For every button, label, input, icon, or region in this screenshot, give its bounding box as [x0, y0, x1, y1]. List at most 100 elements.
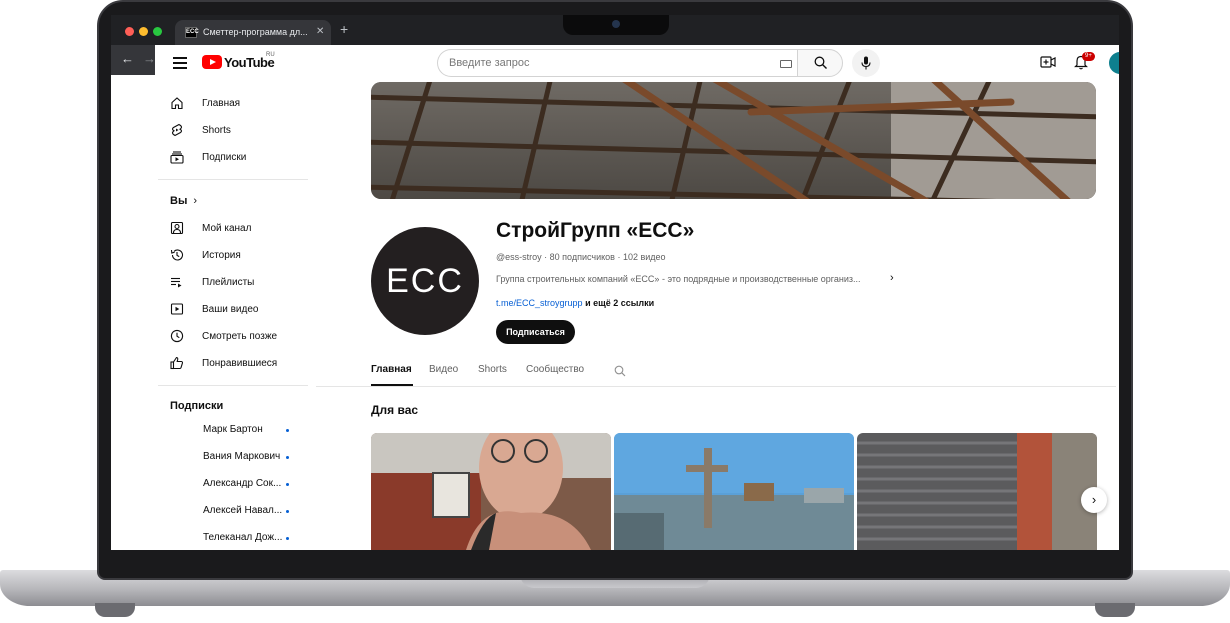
voice-search-button[interactable]: [852, 49, 880, 77]
sidebar-subscriptions-heading: Подписки: [170, 400, 224, 412]
sidebar-item-label: Shorts: [202, 125, 231, 136]
sidebar-subscription-item[interactable]: Александр Сок...: [203, 478, 293, 492]
thumbnail-image-woman: [371, 433, 611, 550]
screen: ECC Сметтер-программа дл... ✕ + ← → YouT…: [111, 15, 1119, 550]
sidebar-item-label: Главная: [202, 98, 241, 109]
sidebar-subscription-item[interactable]: Телеканал Дож...: [203, 532, 293, 546]
sidebar-item-label: История: [202, 250, 241, 261]
video-thumbnail[interactable]: [371, 433, 611, 550]
new-content-dot: [286, 456, 289, 459]
search-icon: [814, 56, 827, 69]
new-content-dot: [286, 483, 289, 486]
sidebar-item-liked[interactable]: Понравившиеся: [170, 355, 310, 373]
maximize-window-button[interactable]: [153, 27, 162, 36]
menu-icon[interactable]: [173, 57, 187, 72]
sidebar-divider: [158, 179, 308, 180]
tab-title: Сметтер-программа дл...: [203, 27, 308, 37]
camera-notch: [563, 15, 669, 35]
thumbnail-image-fence: [857, 433, 1097, 550]
channel-links: t.me/ECC_stroygrupp и ещё 2 ссылки: [496, 298, 654, 308]
laptop-foot: [1095, 603, 1135, 617]
channel-name: СтройГрупп «ЕСС»: [496, 219, 695, 242]
sidebar-item-playlists[interactable]: Плейлисты: [170, 274, 310, 292]
channel-link[interactable]: t.me/ECC_stroygrupp: [496, 298, 583, 308]
tab-videos[interactable]: Видео: [429, 364, 458, 375]
channel-description[interactable]: Группа строительных компаний «ЕСС» - это…: [496, 274, 886, 284]
new-content-dot: [286, 537, 289, 540]
sidebar-item-history[interactable]: История: [170, 247, 310, 265]
sidebar-item-your-videos[interactable]: Ваши видео: [170, 301, 310, 319]
region-label: RU: [266, 52, 275, 58]
sidebar-item-label: Плейлисты: [202, 277, 255, 288]
tabs-divider: [316, 386, 1116, 387]
channel-banner: [371, 82, 1096, 199]
minimize-window-button[interactable]: [139, 27, 148, 36]
sidebar-item-label: Подписки: [202, 152, 247, 163]
camera-icon: [612, 20, 620, 28]
channel-handle: @ess-stroy: [496, 252, 542, 262]
sidebar-subscription-item[interactable]: Марк Бартон: [203, 424, 293, 438]
search-icon[interactable]: [614, 365, 626, 377]
sidebar-item-label: Ваши видео: [202, 304, 259, 315]
laptop-mockup: ECC Сметтер-программа дл... ✕ + ← → YouT…: [0, 0, 1230, 623]
section-title: Для вас: [371, 403, 419, 417]
tab-home[interactable]: Главная: [371, 364, 412, 375]
sidebar-subscription-item[interactable]: Вания Маркович: [203, 451, 293, 465]
sidebar-item-shorts[interactable]: Shorts: [170, 122, 310, 140]
channel-meta: @ess-stroy · 80 подписчиков · 102 видео: [496, 252, 666, 262]
sidebar-you-heading[interactable]: Вы ›: [170, 195, 197, 207]
carousel-next-button[interactable]: ›: [1081, 487, 1107, 513]
playlists-icon: [171, 277, 182, 288]
channel-subscribers: 80 подписчиков: [549, 252, 615, 262]
shorts-icon: [171, 123, 183, 137]
new-content-dot: [286, 429, 289, 432]
video-thumbnail[interactable]: [614, 433, 854, 550]
forward-arrow-icon[interactable]: →: [143, 51, 156, 66]
video-thumbnail[interactable]: [857, 433, 1097, 550]
sidebar-item-home[interactable]: Главная: [170, 95, 310, 113]
keyboard-icon[interactable]: [780, 60, 792, 68]
channel-avatar: ECC: [371, 227, 479, 335]
channel-video-count: 102 видео: [622, 252, 666, 262]
sidebar-divider: [158, 385, 308, 386]
tab-shorts[interactable]: Shorts: [478, 364, 507, 375]
browser-nav-strip: ← →: [111, 45, 156, 75]
search-button[interactable]: [797, 49, 843, 77]
home-icon: [171, 97, 183, 110]
tab-favicon: ECC: [185, 27, 199, 38]
sidebar-item-your-channel[interactable]: Мой канал: [170, 220, 310, 238]
sidebar-item-subscriptions[interactable]: Подписки: [170, 149, 310, 167]
tab-close-icon[interactable]: ✕: [316, 26, 324, 37]
search-input[interactable]: Введите запрос: [437, 49, 797, 77]
new-tab-button[interactable]: +: [340, 22, 348, 36]
sidebar-item-watch-later[interactable]: Смотреть позже: [170, 328, 310, 346]
close-window-button[interactable]: [125, 27, 134, 36]
youtube-play-icon: [202, 55, 222, 69]
thumbnail-image-flood: [614, 433, 854, 550]
chevron-right-icon: ›: [193, 195, 198, 207]
watch-later-icon: [170, 329, 184, 343]
subscriptions-icon: [170, 151, 184, 164]
sidebar-item-label: Понравившиеся: [202, 358, 278, 369]
liked-icon: [170, 356, 184, 370]
create-video-icon[interactable]: [1040, 55, 1056, 69]
sidebar-subscription-item[interactable]: Алексей Навал...: [203, 505, 293, 519]
subscribe-button[interactable]: Подписаться: [496, 320, 575, 344]
history-icon: [170, 249, 183, 261]
new-content-dot: [286, 510, 289, 513]
browser-tab[interactable]: ECC Сметтер-программа дл... ✕: [175, 20, 331, 45]
sidebar-item-label: Мой канал: [202, 223, 252, 234]
your-videos-icon: [170, 303, 184, 315]
chevron-right-icon[interactable]: ›: [890, 272, 894, 284]
search-placeholder: Введите запрос: [449, 57, 530, 69]
sidebar-you-heading-label: Вы: [170, 195, 188, 207]
more-links[interactable]: и ещё 2 ссылки: [585, 298, 654, 308]
sidebar-item-label: Смотреть позже: [202, 331, 278, 342]
your-channel-icon: [170, 221, 184, 235]
back-arrow-icon[interactable]: ←: [121, 51, 134, 66]
tab-community[interactable]: Сообщество: [526, 364, 584, 375]
microphone-icon: [861, 56, 871, 70]
notifications-badge: 9+: [1082, 52, 1095, 61]
rebar-banner-image: [371, 82, 1096, 199]
laptop-foot: [95, 603, 135, 617]
